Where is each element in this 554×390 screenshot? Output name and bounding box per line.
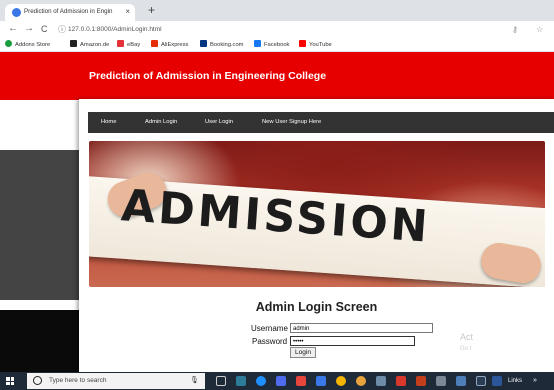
reload-button[interactable]: C: [41, 23, 48, 35]
password-label: Password: [252, 337, 288, 346]
back-button[interactable]: ←: [8, 23, 18, 35]
app-icon[interactable]: [356, 376, 366, 386]
word-icon[interactable]: [492, 376, 502, 386]
bookmark-item[interactable]: Facebook: [254, 40, 289, 50]
pdf-icon[interactable]: [396, 376, 406, 386]
bookmark-item[interactable]: eBay: [117, 40, 140, 50]
menu-item-user-login[interactable]: User Login: [205, 118, 233, 127]
header-band: Prediction of Admission in Engineering C…: [0, 52, 554, 100]
new-tab-button[interactable]: +: [148, 3, 155, 17]
app-icon[interactable]: [436, 376, 446, 386]
bookmark-item[interactable]: Addons Store: [5, 40, 50, 50]
bookmark-item[interactable]: Booking.com: [200, 40, 244, 50]
password-field[interactable]: •••••: [290, 336, 415, 346]
bookmarks-bar: Addons Store Amazon.de eBay AliExpress B…: [0, 38, 554, 52]
tab-title: Prediction of Admission in Engin: [24, 8, 113, 15]
close-tab-icon[interactable]: ×: [125, 6, 130, 18]
links-toolbar[interactable]: Links: [508, 376, 522, 386]
app-icon[interactable]: [316, 376, 326, 386]
menu-item-admin-login[interactable]: Admin Login: [145, 118, 177, 127]
youtube-icon: [299, 40, 306, 47]
activation-watermark-sub: Go t: [460, 346, 472, 352]
edge-icon[interactable]: [256, 376, 266, 386]
main-menu: Home Admin Login User Login New User Sig…: [88, 112, 554, 133]
admission-banner-image: ADMISSION: [89, 141, 545, 287]
app-icon[interactable]: [456, 376, 466, 386]
browser-tab-strip: Prediction of Admission in Engin × +: [0, 0, 554, 21]
app-icon[interactable]: [296, 376, 306, 386]
bookmark-item[interactable]: Amazon.de: [70, 40, 109, 50]
app-icon[interactable]: [416, 376, 426, 386]
login-heading: Admin Login Screen: [255, 300, 378, 314]
username-field[interactable]: admin: [290, 323, 433, 333]
menu-item-signup[interactable]: New User Signup Here: [262, 118, 321, 127]
chrome-icon[interactable]: [336, 376, 346, 386]
key-icon[interactable]: ⚷: [512, 25, 518, 35]
bookmark-item[interactable]: YouTube: [299, 40, 332, 50]
tray-chevron-icon[interactable]: »: [533, 376, 537, 386]
login-button[interactable]: Login: [290, 347, 316, 358]
store-icon[interactable]: [276, 376, 286, 386]
search-icon: [33, 376, 42, 385]
booking-icon: [200, 40, 207, 47]
activation-watermark: Act: [460, 332, 474, 342]
info-icon[interactable]: ⓘ: [58, 24, 66, 35]
amazon-icon: [70, 40, 77, 47]
facebook-icon: [254, 40, 261, 47]
windows-taskbar: Type here to search 🎙 Links »: [0, 372, 554, 390]
site-title: Prediction of Admission in Engineering C…: [89, 70, 327, 82]
app-icon[interactable]: [236, 376, 246, 386]
browser-tab[interactable]: Prediction of Admission in Engin ×: [5, 4, 135, 21]
browser-toolbar: ← → C ⓘ 127.0.0.1:8000/AdminLogin.html ⚷…: [0, 21, 554, 38]
menu-item-home[interactable]: Home: [101, 118, 116, 127]
web-page: Prediction of Admission in Engineering C…: [0, 52, 554, 372]
bookmark-item[interactable]: AliExpress: [151, 40, 188, 50]
username-label: Username: [251, 324, 288, 333]
search-placeholder: Type here to search: [49, 377, 107, 384]
app-icon[interactable]: [376, 376, 386, 386]
forward-button[interactable]: →: [24, 23, 34, 35]
aliexpress-icon: [151, 40, 158, 47]
address-bar[interactable]: 127.0.0.1:8000/AdminLogin.html: [68, 25, 162, 35]
share-icon[interactable]: ☆: [536, 25, 543, 35]
content-panel: Home Admin Login User Login New User Sig…: [79, 99, 554, 372]
task-view-icon[interactable]: [216, 376, 226, 386]
addons-icon: [5, 40, 12, 47]
ebay-icon: [117, 40, 124, 47]
taskbar-search-box[interactable]: Type here to search 🎙: [27, 373, 205, 389]
microphone-icon[interactable]: 🎙: [190, 376, 199, 386]
app-icon[interactable]: [476, 376, 486, 386]
favicon-icon: [12, 8, 21, 17]
windows-start-icon[interactable]: [6, 377, 14, 385]
